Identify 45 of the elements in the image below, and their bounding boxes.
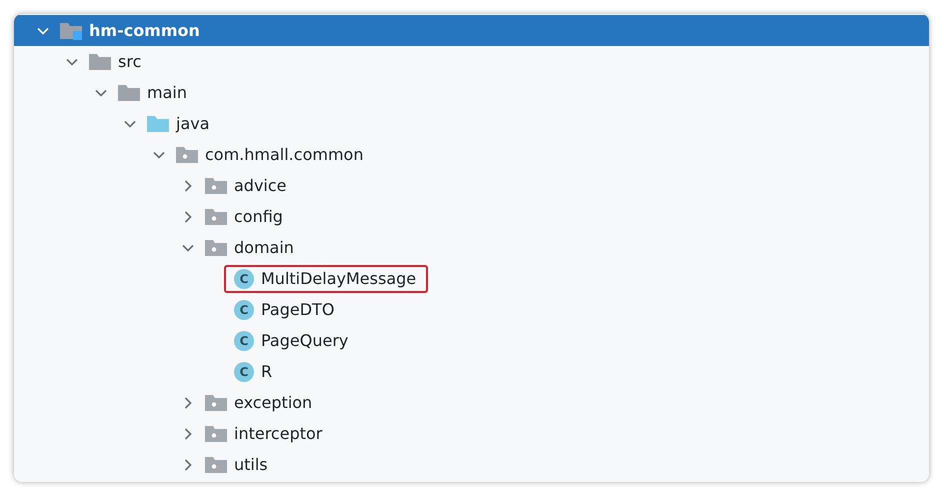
class-icon: C — [234, 268, 254, 288]
folder-icon — [89, 52, 111, 70]
tree-item-label[interactable]: exception — [234, 393, 312, 412]
package-folder-icon — [205, 208, 227, 226]
class-icon: C — [234, 362, 254, 382]
tree-item-label[interactable]: main — [147, 83, 187, 102]
tree-item-label[interactable]: PageQuery — [261, 331, 348, 350]
tree-row[interactable]: C PageDTO — [14, 294, 929, 325]
tree-row[interactable]: config — [14, 201, 929, 232]
tree-item-label[interactable]: hm-common — [89, 21, 200, 40]
tree-row[interactable]: advice — [14, 170, 929, 201]
tree-item-label[interactable]: PageDTO — [261, 300, 334, 319]
tree-row[interactable]: domain — [14, 232, 929, 263]
tree-item-label[interactable]: domain — [234, 238, 294, 257]
tree-item-label[interactable]: interceptor — [234, 424, 322, 443]
tree-row[interactable]: com.hmall.common — [14, 139, 929, 170]
tree-item-label[interactable]: com.hmall.common — [205, 145, 364, 164]
tree-item-label[interactable]: R — [261, 362, 272, 381]
tree-item-label[interactable]: config — [234, 207, 283, 226]
selected-tree-row[interactable]: hm-common — [14, 15, 929, 46]
source-folder-icon — [147, 114, 169, 132]
tree-row[interactable]: main — [14, 77, 929, 108]
package-folder-icon — [205, 238, 227, 256]
tree-row[interactable]: C R — [14, 356, 929, 387]
package-folder-icon — [205, 424, 227, 442]
tree-item-label[interactable]: MultiDelayMessage — [261, 269, 416, 288]
tree-item-label[interactable]: java — [176, 114, 210, 133]
tree-row[interactable]: utils — [14, 449, 929, 480]
class-icon: C — [234, 300, 254, 320]
tree-item-label[interactable]: utils — [234, 455, 268, 474]
tree-row[interactable]: src — [14, 46, 929, 77]
package-folder-icon — [205, 176, 227, 194]
package-folder-icon — [176, 146, 198, 164]
package-folder-icon — [205, 394, 227, 412]
tree-row[interactable]: C MultiDelayMessage — [14, 263, 929, 294]
module-folder-icon — [60, 22, 82, 40]
tree-item-label[interactable]: src — [118, 52, 142, 71]
tree-row[interactable]: java — [14, 108, 929, 139]
folder-icon — [118, 84, 140, 102]
tree-row[interactable]: interceptor — [14, 418, 929, 449]
tree-item-label[interactable]: advice — [234, 176, 287, 195]
package-folder-icon — [205, 456, 227, 474]
class-icon: C — [234, 330, 254, 350]
tree-row[interactable]: C PageQuery — [14, 325, 929, 356]
tree-row[interactable]: exception — [14, 387, 929, 418]
